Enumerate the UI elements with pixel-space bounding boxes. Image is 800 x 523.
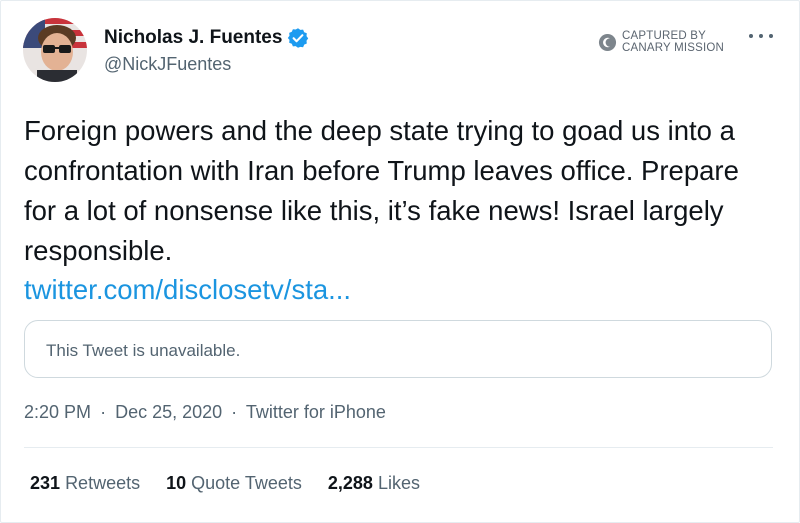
meta-separator: ·	[231, 402, 238, 422]
likes-label: Likes	[377, 473, 420, 493]
quoted-tweet-card[interactable]: This Tweet is unavailable.	[24, 320, 772, 378]
user-handle[interactable]: @NickJFuentes	[104, 54, 231, 75]
tweet-meta: 2:20 PM · Dec 25, 2020 · Twitter for iPh…	[24, 402, 386, 423]
likes-count: 2,288	[327, 473, 373, 493]
quoted-tweet-unavailable-text: This Tweet is unavailable.	[46, 341, 241, 360]
verified-badge-icon	[287, 27, 309, 49]
tweet-text: Foreign powers and the deep state trying…	[24, 115, 739, 266]
quote-tweets-stat[interactable]: 10 Quote Tweets	[166, 473, 302, 494]
canary-mission-logo-icon	[598, 33, 617, 51]
tweet-link[interactable]: twitter.com/disclosetv/sta...	[24, 270, 351, 310]
tweet-card: Nicholas J. Fuentes @NickJFuentes CAPTUR…	[0, 0, 800, 523]
likes-stat[interactable]: 2,288 Likes	[328, 473, 420, 494]
retweets-count: 231	[30, 473, 61, 493]
tweet-date[interactable]: Dec 25, 2020	[115, 402, 222, 422]
tweet-stats: 231 Retweets 10 Quote Tweets 2,288 Likes	[30, 473, 446, 494]
divider	[24, 447, 773, 448]
display-name[interactable]: Nicholas J. Fuentes	[104, 27, 309, 49]
retweets-stat[interactable]: 231 Retweets	[30, 473, 140, 494]
display-name-text[interactable]: Nicholas J. Fuentes	[104, 27, 282, 49]
watermark-line-1: CAPTURED BY	[622, 30, 706, 42]
avatar[interactable]	[23, 18, 87, 82]
retweets-label: Retweets	[65, 473, 141, 493]
meta-separator: ·	[100, 402, 107, 422]
tweet-source[interactable]: Twitter for iPhone	[246, 402, 386, 422]
canary-mission-watermark: CAPTURED BY CANARY MISSION	[598, 30, 724, 54]
watermark-line-2: CANARY MISSION	[622, 42, 725, 54]
quote-tweets-count: 10	[166, 473, 187, 493]
quote-tweets-label: Quote Tweets	[191, 473, 302, 493]
more-options-icon[interactable]	[749, 29, 773, 43]
tweet-time[interactable]: 2:20 PM	[24, 402, 91, 422]
